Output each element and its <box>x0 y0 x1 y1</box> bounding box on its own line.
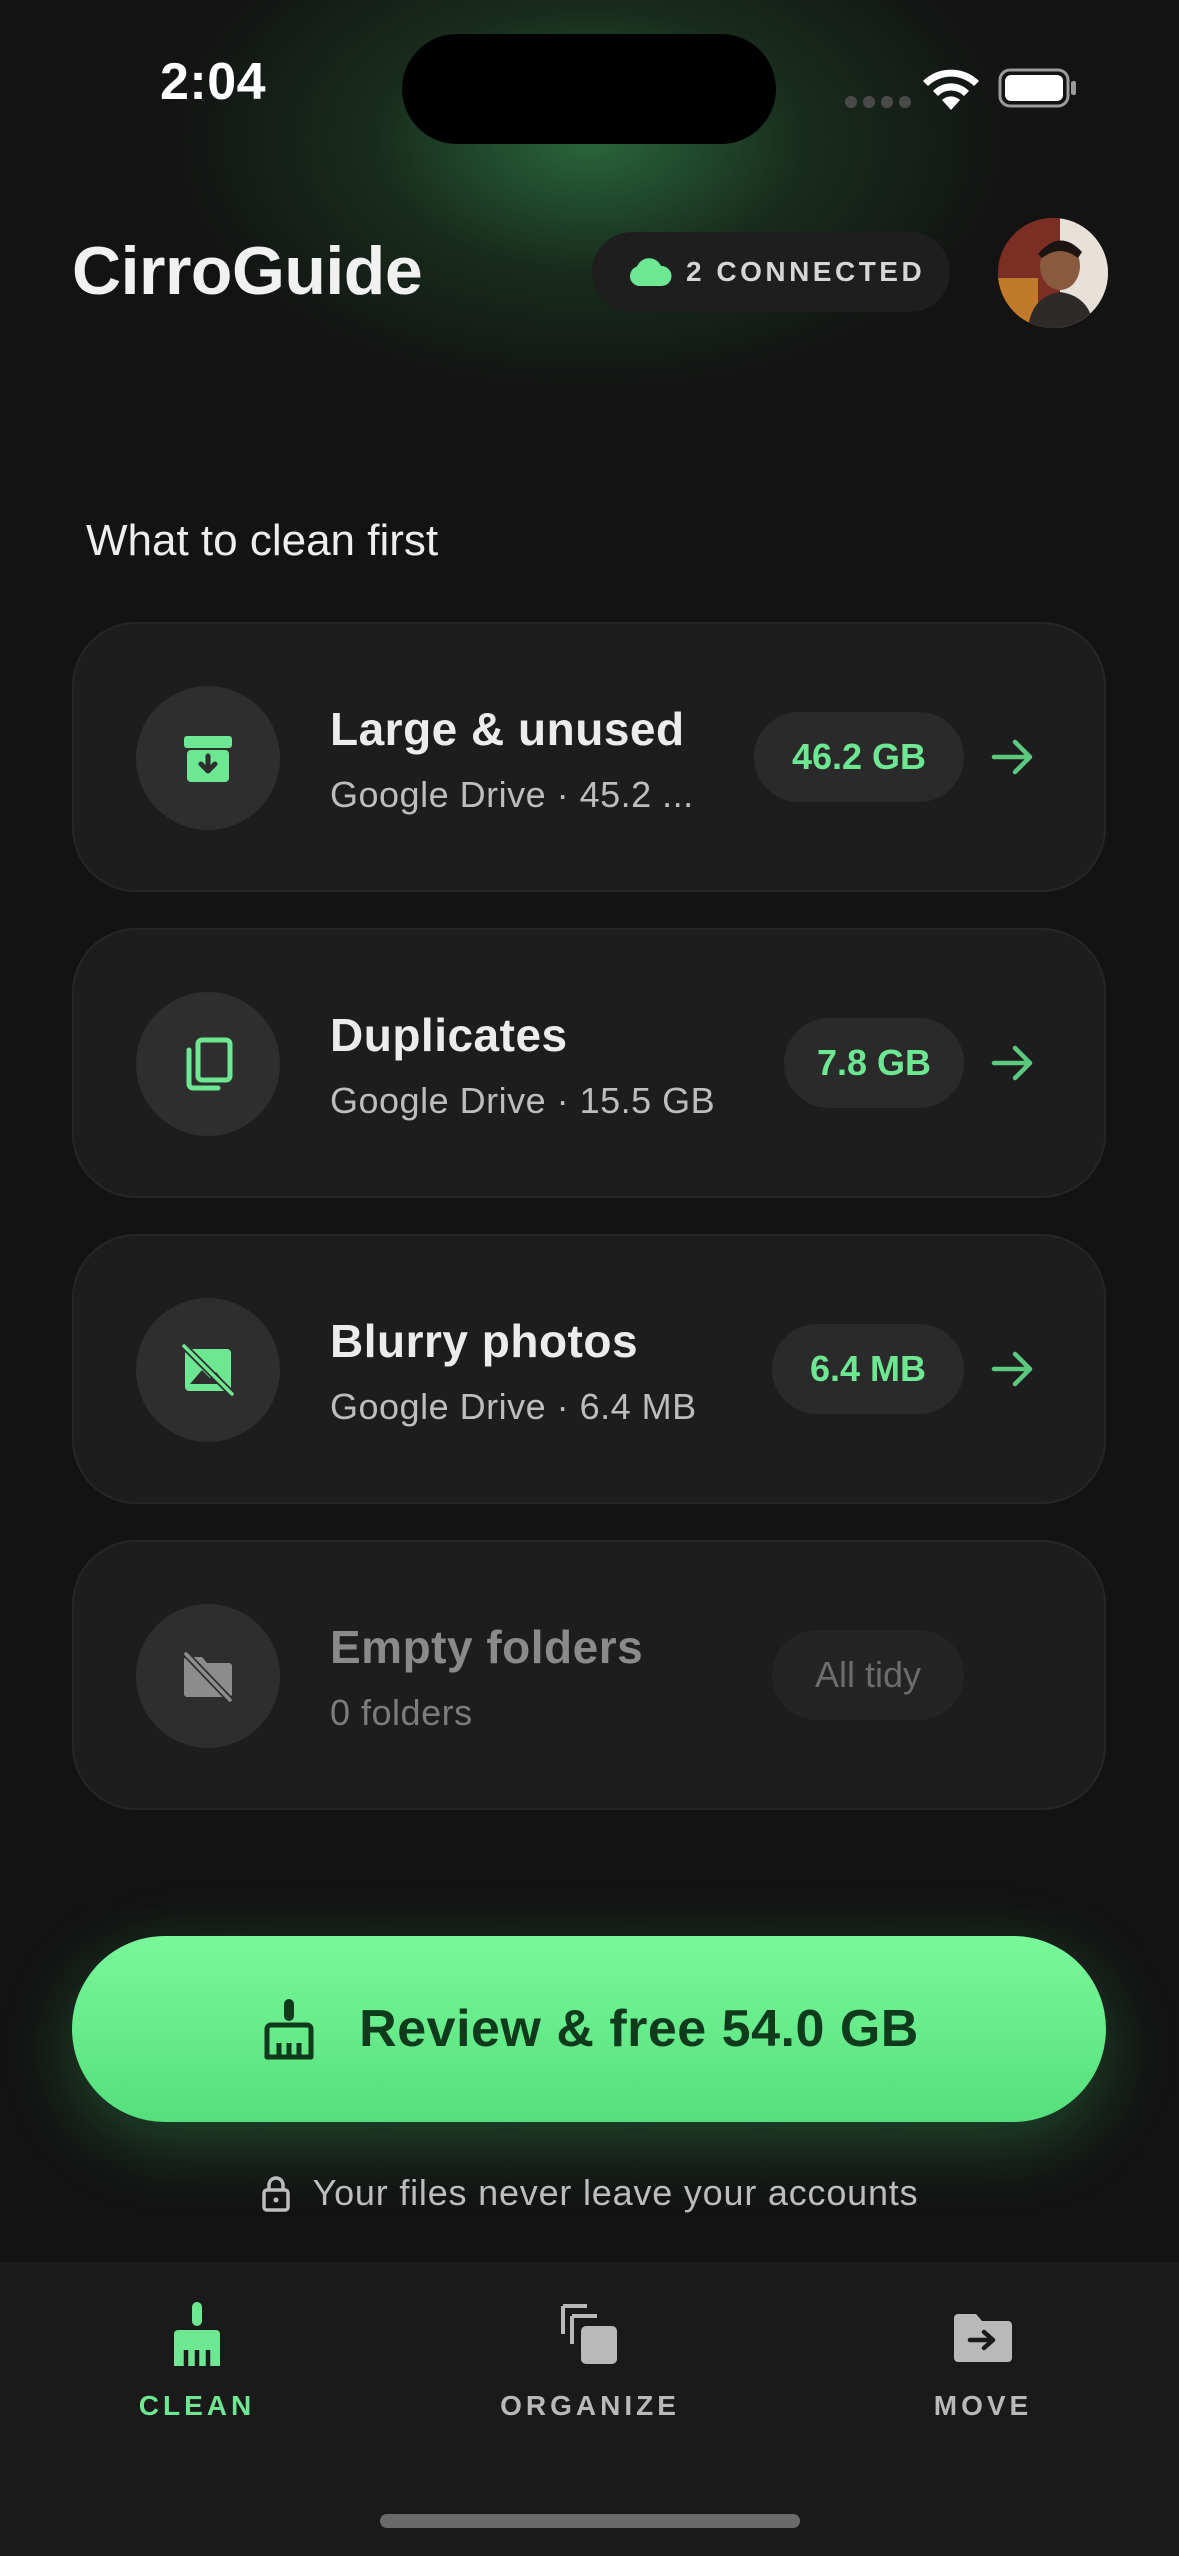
tab-label: MOVE <box>933 2390 1033 2421</box>
card-large-unused[interactable]: Large & unused Google Drive · 45.2 ... 4… <box>72 622 1106 892</box>
card-icon-container <box>136 992 280 1136</box>
broom-icon <box>174 2302 220 2366</box>
card-title: Blurry photos <box>330 1315 639 1367</box>
card-duplicates[interactable]: Duplicates Google Drive · 15.5 GB 7.8 GB <box>72 928 1106 1198</box>
cellular-signal-icon <box>845 96 911 108</box>
tab-label: CLEAN <box>138 2390 256 2421</box>
size-badge: 46.2 GB <box>754 712 964 802</box>
privacy-note: Your files never leave your accounts <box>0 2172 1179 2214</box>
card-subtitle: Google Drive · 6.4 MB <box>330 1386 697 1427</box>
card-subtitle: Google Drive · 15.5 GB <box>330 1080 716 1121</box>
cloud-icon <box>629 258 672 286</box>
privacy-text: Your files never leave your accounts <box>312 2172 919 2213</box>
app-title: CirroGuide <box>72 233 423 309</box>
card-subtitle: 0 folders <box>330 1692 473 1733</box>
card-title: Large & unused <box>330 703 685 755</box>
arrow-right-icon <box>991 739 1033 775</box>
tab-label: ORGANIZE <box>500 2390 680 2421</box>
connected-label: 2 CONNECTED <box>686 256 926 287</box>
status-badge: All tidy <box>772 1630 964 1720</box>
connected-accounts-pill[interactable]: 2 CONNECTED <box>592 232 950 312</box>
folder-move-icon <box>954 2314 1012 2362</box>
dynamic-island <box>402 34 776 144</box>
arrow-right-icon <box>991 1045 1033 1081</box>
section-title: What to clean first <box>86 516 439 565</box>
broom-icon <box>264 1999 314 2060</box>
archive-download-icon <box>184 736 232 782</box>
wifi-icon <box>923 69 979 110</box>
arrow-right-icon <box>991 1351 1033 1387</box>
card-empty-folders: Empty folders 0 folders All tidy <box>72 1540 1106 1810</box>
review-free-button[interactable]: Review & free 54.0 GB <box>72 1936 1106 2122</box>
avatar[interactable] <box>998 218 1108 328</box>
card-title: Empty folders <box>330 1621 644 1673</box>
card-blurry-photos[interactable]: Blurry photos Google Drive · 6.4 MB 6.4 … <box>72 1234 1106 1504</box>
home-indicator[interactable] <box>380 2514 800 2528</box>
size-badge: 6.4 MB <box>772 1324 964 1414</box>
battery-icon <box>998 68 1076 108</box>
tab-clean[interactable]: CLEAN <box>67 2262 327 2422</box>
stack-icon <box>561 2304 617 2364</box>
copy-icon <box>186 1037 233 1091</box>
size-badge: 7.8 GB <box>784 1018 964 1108</box>
lock-icon <box>261 2176 290 2212</box>
tab-organize[interactable]: ORGANIZE <box>460 2262 720 2422</box>
tab-bar: CLEAN ORGANIZE MOVE <box>0 2262 1179 2556</box>
card-subtitle: Google Drive · 45.2 ... <box>330 774 694 815</box>
tab-move[interactable]: MOVE <box>853 2262 1113 2422</box>
card-icon-container <box>136 1298 280 1442</box>
screen: 2:04 CirroGuide 2 CONNECTED What to clea… <box>0 0 1179 2556</box>
status-time: 2:04 <box>160 53 267 111</box>
card-title: Duplicates <box>330 1009 568 1061</box>
image-off-icon <box>180 1342 236 1398</box>
avatar-image <box>998 218 1108 328</box>
folder-off-icon <box>182 1650 234 1704</box>
card-icon-container <box>136 686 280 830</box>
review-free-label: Review & free 54.0 GB <box>359 2000 919 2058</box>
card-icon-container <box>136 1604 280 1748</box>
